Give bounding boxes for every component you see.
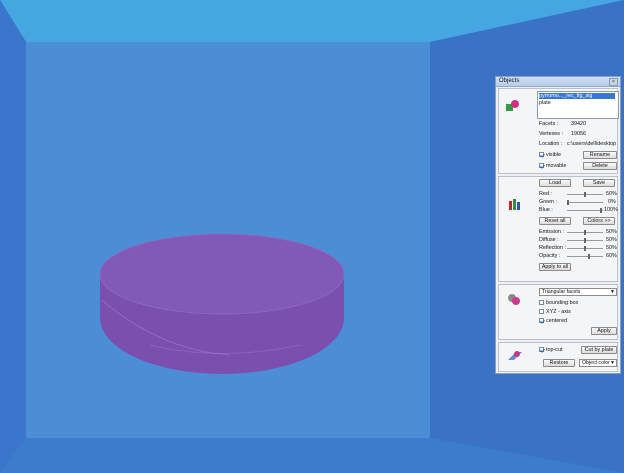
emission-value: 50%	[606, 229, 617, 235]
object-listbox[interactable]: pyrromo..._rec_fig_sig plate	[537, 91, 619, 119]
box-left-wall	[0, 0, 26, 473]
location-value: c:\users\dell\desktop	[567, 141, 617, 147]
red-value: 50%	[606, 191, 617, 197]
opacity-value: 60%	[606, 253, 617, 259]
chevron-down-icon: ▼	[610, 360, 615, 366]
disc-object[interactable]	[99, 233, 345, 374]
spheres-icon	[508, 294, 520, 305]
cut-by-plate-button[interactable]: Cut by plate	[581, 346, 617, 354]
location-label: Location :	[539, 141, 563, 147]
green-value: 0%	[608, 199, 616, 205]
opacity-label: Opacity :	[539, 253, 561, 259]
apply-to-all-button[interactable]: Apply to all	[539, 263, 571, 271]
green-label: Green :	[539, 199, 557, 205]
reset-all-button[interactable]: Reset all	[539, 217, 571, 225]
objects-icon	[506, 100, 519, 111]
blue-value: 100%	[604, 207, 618, 213]
facets-value: 39420	[571, 121, 586, 127]
panel-title: Objects	[499, 78, 520, 84]
object-info-section: pyrromo..._rec_fig_sig plate Facets : 39…	[498, 88, 619, 174]
diffuse-slider[interactable]	[567, 238, 603, 243]
object-color-value: Object color	[582, 360, 610, 366]
blue-label: Blue :	[539, 207, 553, 213]
colors-section: Load Save Red : 50% Green : 0% Blue : 10…	[498, 176, 618, 282]
apply-button[interactable]: Apply	[591, 327, 617, 335]
green-slider[interactable]	[567, 200, 603, 205]
close-icon[interactable]: ×	[609, 78, 618, 86]
bounding-box-label: bounding box	[546, 300, 579, 306]
centered-checkbox[interactable]	[539, 318, 544, 323]
bounding-box-checkbox[interactable]	[539, 300, 544, 305]
xyz-axis-checkbox[interactable]	[539, 309, 544, 314]
vertexes-label: Vertexes :	[539, 131, 563, 137]
cut-section: top-cut Cut by plate Restore Object colo…	[498, 342, 618, 372]
visible-label: visible	[546, 152, 561, 158]
save-button[interactable]: Save	[583, 179, 615, 187]
diffuse-label: Diffuse :	[539, 237, 559, 243]
movable-checkbox[interactable]	[539, 163, 544, 168]
restore-button[interactable]: Restore	[543, 359, 575, 367]
emission-slider[interactable]	[567, 230, 603, 235]
red-label: Red :	[539, 191, 552, 197]
render-mode-select[interactable]: Triangular facets ▼	[539, 288, 617, 296]
top-cut-label: top-cut	[546, 347, 563, 353]
red-slider[interactable]	[567, 192, 603, 197]
rename-button[interactable]: Rename	[583, 151, 617, 159]
emission-label: Emission :	[539, 229, 564, 235]
panel-titlebar: Objects ×	[496, 77, 620, 87]
reflection-label: Reflection :	[539, 245, 566, 251]
xyz-axis-label: XYZ - axis	[546, 309, 571, 315]
movable-label: movable	[546, 163, 567, 169]
vertexes-value: 19056	[571, 131, 586, 137]
list-item[interactable]: pyrromo..._rec_fig_sig	[539, 93, 615, 99]
objects-panel: Objects × pyrromo..._rec_fig_sig plate F…	[495, 76, 621, 374]
render-mode-value: Triangular facets	[542, 289, 581, 295]
diffuse-value: 50%	[606, 237, 617, 243]
delete-button[interactable]: Delete	[583, 162, 617, 170]
top-cut-checkbox[interactable]	[539, 347, 544, 352]
opacity-slider[interactable]	[567, 254, 603, 259]
visible-checkbox[interactable]	[539, 152, 544, 157]
load-button[interactable]: Load	[539, 179, 571, 187]
display-section: Triangular facets ▼ bounding box XYZ - a…	[498, 284, 618, 340]
reflection-value: 50%	[606, 245, 617, 251]
list-item[interactable]: plate	[539, 100, 551, 106]
blue-slider[interactable]	[567, 208, 603, 213]
paint-tubes-icon	[509, 199, 520, 210]
object-color-select[interactable]: Object color ▼	[579, 359, 617, 367]
reflection-slider[interactable]	[567, 246, 603, 251]
cut-plate-icon	[508, 351, 522, 360]
facets-label: Facets :	[539, 121, 559, 127]
chevron-down-icon: ▼	[610, 289, 615, 295]
colors-button[interactable]: Colors >>	[583, 217, 615, 225]
centered-label: centered	[546, 318, 567, 324]
